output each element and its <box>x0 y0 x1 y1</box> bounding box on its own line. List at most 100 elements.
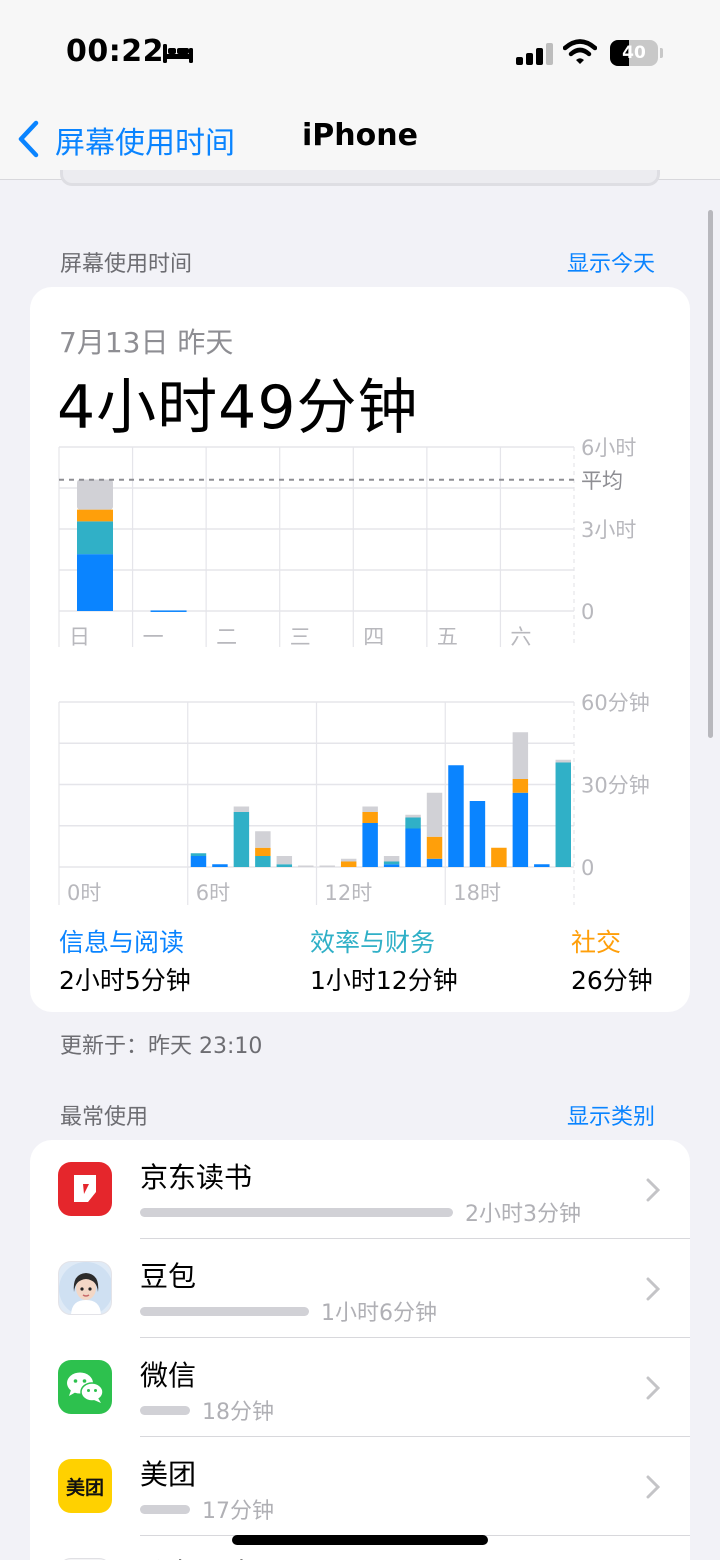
status-bar: 00:22 40 <box>0 0 720 100</box>
hour-bar-segment <box>405 814 421 818</box>
status-time: 00:22 <box>66 34 164 69</box>
hour-bar-segment <box>512 732 529 779</box>
meituan-icon-text: 美团 <box>65 1476 104 1499</box>
show-categories-link[interactable]: 显示类别 <box>567 1099 655 1131</box>
hour-bar-segment <box>362 812 378 823</box>
y-tick-label: 0 <box>581 856 594 880</box>
app-usage-bar <box>140 1307 309 1316</box>
week-bar-segment <box>77 521 113 555</box>
jd-read-icon <box>58 1162 112 1216</box>
hour-bar-segment <box>276 856 293 865</box>
hour-bar-segment <box>555 759 571 763</box>
hour-bar-segment <box>190 856 207 867</box>
weekday-label: 四 <box>363 625 384 649</box>
category-info-reading-value: 2小时5分钟 <box>59 966 191 995</box>
y-tick-label: 6小时 <box>581 436 636 460</box>
app-name: 京东读书 <box>140 1161 253 1194</box>
hour-bar-segment <box>405 828 421 867</box>
app-row-wechat[interactable]: 微信 18分钟 <box>30 1338 690 1437</box>
hour-bar-segment <box>276 864 293 867</box>
x-tick-label: 12时 <box>325 881 373 905</box>
hour-bar-segment <box>426 792 443 837</box>
show-today-link[interactable]: 显示今天 <box>567 246 655 278</box>
hour-bar-segment <box>340 861 357 867</box>
hour-bar-empty <box>298 865 314 867</box>
hour-bar-segment <box>512 792 529 867</box>
weekday-label: 一 <box>143 625 164 649</box>
screen-time-card: 7月13日 昨天 4小时49分钟 日一二三四五六 6小时 平均 3小时 0 0时 6时 12时… <box>30 287 690 1012</box>
app-name: 美团 <box>140 1458 197 1491</box>
navigation-bar: 屏幕使用时间 iPhone <box>0 100 720 180</box>
hour-bar-segment <box>383 861 400 865</box>
hour-bar-segment <box>405 817 421 829</box>
wifi-icon <box>563 39 597 64</box>
app-usage-bar <box>140 1505 190 1514</box>
weekday-label: 二 <box>216 625 237 649</box>
average-label: 平均 <box>581 469 623 493</box>
x-tick-label: 0时 <box>67 881 101 905</box>
hour-bar-segment <box>383 864 400 867</box>
segmented-control-peek <box>60 170 660 186</box>
hour-bar-segment <box>426 858 443 867</box>
category-social-value: 26分钟 <box>571 966 653 995</box>
app-usage-bar <box>140 1406 190 1415</box>
page-title: iPhone <box>302 118 418 153</box>
week-bar-segment <box>150 610 187 612</box>
screen-time-section-label: 屏幕使用时间 <box>60 252 193 277</box>
app-usage-bar <box>140 1208 453 1217</box>
app-row-meituan[interactable]: 美团 美团 17分钟 <box>30 1437 690 1536</box>
wechat-icon <box>58 1360 112 1414</box>
hour-bar-segment <box>255 847 271 856</box>
battery-cap <box>660 48 663 58</box>
most-used-app-list: 京东读书 2小时3分钟 豆包 1小时6分钟 微信 18分钟 美团 美团 17分钟 <box>30 1140 690 1560</box>
hour-bar-segment <box>534 864 550 867</box>
week-bar-segment <box>77 554 113 611</box>
hour-bar-segment <box>362 806 378 812</box>
weekday-label: 三 <box>290 625 311 649</box>
hour-bar-segment <box>255 856 271 867</box>
doubao-icon <box>58 1261 112 1315</box>
app-name: 微信 <box>140 1359 197 1392</box>
category-productivity-value: 1小时12分钟 <box>310 966 458 995</box>
category-social-label[interactable]: 社交 <box>571 923 621 959</box>
scroll-indicator[interactable] <box>708 210 713 738</box>
meituan-icon: 美团 <box>58 1459 112 1513</box>
hour-bar-segment <box>491 847 507 867</box>
hour-bar-segment <box>383 856 400 862</box>
chevron-right-icon <box>646 1475 660 1499</box>
hour-bar-segment <box>212 864 228 867</box>
hour-bar-segment <box>255 831 271 848</box>
app-usage-time: 18分钟 <box>202 1400 274 1425</box>
home-indicator[interactable] <box>232 1535 488 1545</box>
bed-icon <box>163 44 193 63</box>
app-name: 豆包 <box>140 1260 197 1293</box>
category-productivity-label[interactable]: 效率与财务 <box>310 923 435 959</box>
y-tick-label: 3小时 <box>581 518 636 542</box>
hour-bar-segment <box>469 801 486 867</box>
hour-bar-segment <box>426 836 443 859</box>
app-row-jd-read[interactable]: 京东读书 2小时3分钟 <box>30 1140 690 1239</box>
chevron-right-icon <box>646 1178 660 1202</box>
signal-icon <box>516 43 553 65</box>
app-usage-time: 1小时6分钟 <box>321 1301 437 1326</box>
app-usage-time: 2小时3分钟 <box>465 1202 581 1227</box>
battery-icon: 40 <box>610 40 658 66</box>
app-row-doubao[interactable]: 豆包 1小时6分钟 <box>30 1239 690 1338</box>
hour-bar-segment <box>555 762 571 867</box>
weekday-label: 六 <box>510 625 531 649</box>
category-info-reading-label[interactable]: 信息与阅读 <box>59 923 184 959</box>
hour-bar-segment <box>362 823 378 867</box>
chevron-right-icon <box>646 1376 660 1400</box>
battery-percent: 40 <box>622 43 646 63</box>
x-tick-label: 18时 <box>453 881 501 905</box>
hour-bar-segment <box>233 806 250 812</box>
app-name: 分老雷达 <box>140 1552 252 1560</box>
y-tick-label: 30分钟 <box>581 774 650 798</box>
usage-charts: 日 一 二 三 四 五 六 6小时平均 3小时 0 0时 6时 12时 18时 60分钟 30分钟 0 <box>58 436 650 905</box>
updated-timestamp: 更新于：昨天 23:10 <box>60 1034 263 1059</box>
hour-bar-empty <box>319 865 335 867</box>
app-usage-time: 17分钟 <box>202 1499 274 1524</box>
week-bar-segment <box>77 509 113 522</box>
weekday-label: 五 <box>437 625 458 649</box>
chevron-right-icon <box>646 1277 660 1301</box>
